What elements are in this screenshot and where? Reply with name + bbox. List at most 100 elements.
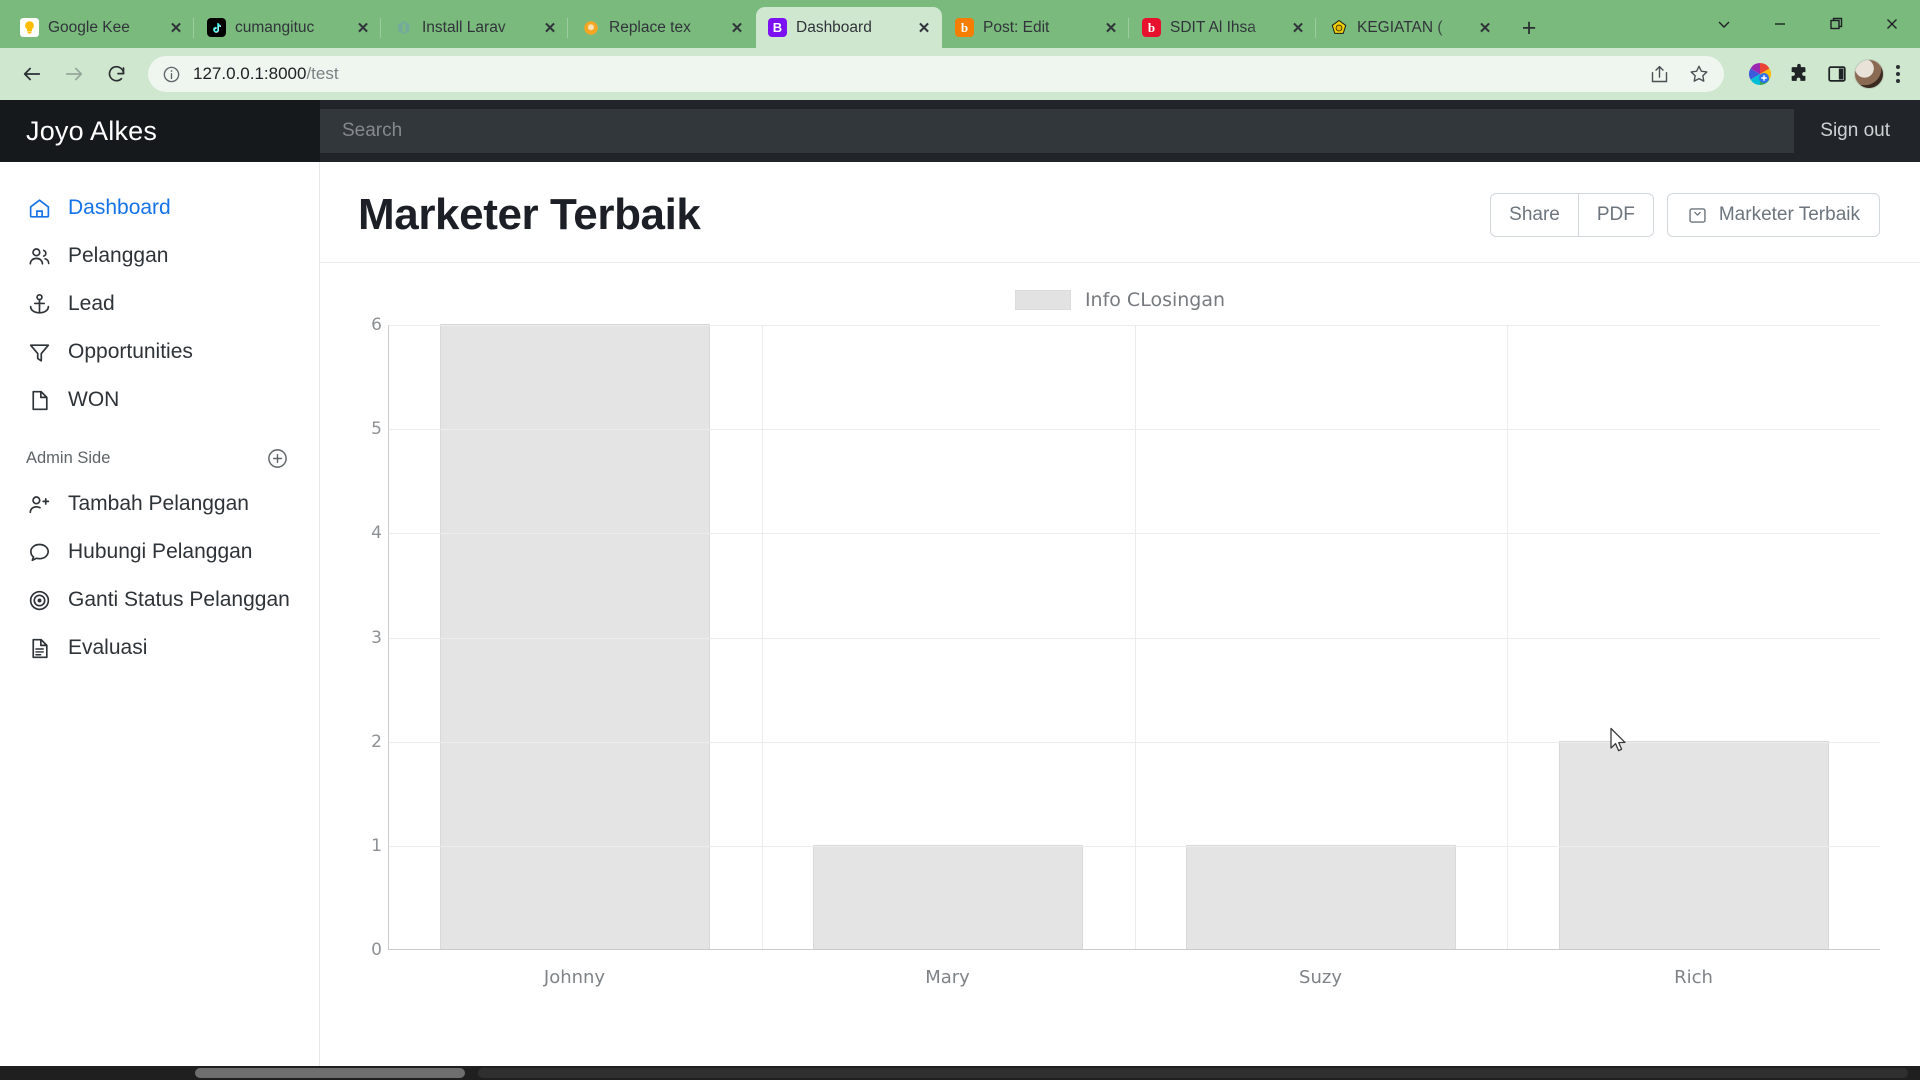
minimize-icon[interactable]	[1752, 4, 1808, 44]
sidebar: Dashboard Pelanggan Lead Opportunities WON A…	[0, 162, 320, 1080]
browser-tab[interactable]: KEGIATAN ( ✕	[1315, 7, 1503, 48]
tab-title: cumangituc	[235, 18, 315, 36]
sidebar-item-opportunities[interactable]: Opportunities	[0, 328, 319, 376]
star-icon[interactable]	[1688, 63, 1710, 85]
sidebar-item-pelanggan[interactable]: Pelanggan	[0, 232, 319, 280]
user-plus-icon	[26, 491, 52, 517]
tab-close-icon[interactable]: ✕	[1475, 18, 1495, 38]
tab-close-icon[interactable]: ✕	[914, 18, 934, 38]
app-brand[interactable]: Joyo Alkes	[0, 100, 320, 162]
browser-tab[interactable]: b SDIT Al Ihsa ✕	[1128, 7, 1316, 48]
sidebar-item-label: Opportunities	[68, 340, 193, 363]
scrollbar-track[interactable]	[478, 1068, 1908, 1078]
puzzle-extension-icon[interactable]	[1788, 63, 1810, 85]
browser-tab[interactable]: Google Kee ✕	[8, 7, 194, 48]
tab-close-icon[interactable]: ✕	[540, 18, 560, 38]
bar[interactable]	[813, 844, 1084, 949]
chevron-down-icon[interactable]	[1696, 4, 1752, 44]
chart: Info CLosingan 0 1 2 3 4 5 6 Johnny Mary Suzy Ric…	[320, 263, 1920, 988]
sidebar-item-hubungi-pelanggan[interactable]: Hubungi Pelanggan	[0, 528, 319, 576]
tab-close-icon[interactable]: ✕	[1101, 18, 1121, 38]
chat-bubble-icon	[26, 539, 52, 565]
blogger-icon: b	[955, 18, 974, 37]
plus-circle-icon[interactable]	[265, 446, 289, 470]
browser-tab[interactable]: Replace tex ✕	[567, 7, 755, 48]
sidebar-item-dashboard[interactable]: Dashboard	[0, 184, 319, 232]
scrollbar-thumb[interactable]	[195, 1068, 465, 1078]
bar[interactable]	[1558, 740, 1829, 949]
app-header: Joyo Alkes Sign out	[0, 100, 1920, 162]
forward-arrow-icon[interactable]	[56, 56, 92, 92]
address-bar[interactable]: 127.0.0.1:8000/test	[148, 56, 1724, 92]
sidebar-item-label: Ganti Status Pelanggan	[68, 588, 290, 611]
sidepanel-icon[interactable]	[1826, 63, 1848, 85]
browser-tab[interactable]: cumangituc ✕	[193, 7, 381, 48]
tab-close-icon[interactable]: ✕	[353, 18, 373, 38]
tab-title: Dashboard	[796, 18, 872, 36]
sidebar-item-label: Dashboard	[68, 196, 171, 219]
tab-title: Post: Edit	[983, 18, 1050, 36]
x-tick-label: Johnny	[543, 967, 606, 988]
browser-tab[interactable]: b Post: Edit ✕	[943, 7, 1129, 48]
chart-legend: Info CLosingan	[360, 289, 1880, 311]
tab-close-icon[interactable]: ✕	[727, 18, 747, 38]
grid-line-vertical	[761, 325, 763, 949]
file-icon	[26, 387, 52, 413]
pdf-button[interactable]: PDF	[1578, 193, 1654, 237]
bar[interactable]	[440, 324, 711, 949]
sidebar-section-header: Admin Side	[0, 424, 319, 480]
anchor-icon	[26, 291, 52, 317]
info-circle-icon[interactable]	[162, 65, 181, 84]
search-input[interactable]	[320, 109, 1795, 153]
browser-tab[interactable]: Install Larav ✕	[380, 7, 568, 48]
tab-strip: Google Kee ✕ cumangituc ✕ Install Larav ✕ Repl…	[0, 0, 1920, 48]
sidebar-item-ganti-status-pelanggan[interactable]: Ganti Status Pelanggan	[0, 576, 319, 624]
legend-label: Info CLosingan	[1084, 289, 1226, 311]
archive-icon	[1687, 205, 1708, 226]
close-icon[interactable]	[1864, 4, 1920, 44]
window-controls	[1696, 0, 1920, 48]
tab-close-icon[interactable]: ✕	[1288, 18, 1308, 38]
tab-title: KEGIATAN (	[1357, 18, 1443, 36]
sidebar-item-tambah-pelanggan[interactable]: Tambah Pelanggan	[0, 480, 319, 528]
page-viewport: Joyo Alkes Sign out Dashboard Pelanggan Le…	[0, 100, 1920, 1080]
document-text-icon	[26, 635, 52, 661]
back-arrow-icon[interactable]	[14, 56, 50, 92]
sidebar-item-won[interactable]: WON	[0, 376, 319, 424]
reload-icon[interactable]	[98, 56, 134, 92]
tiktok-icon	[207, 18, 226, 37]
bar[interactable]	[1185, 844, 1456, 949]
browser-toolbar: 127.0.0.1:8000/test	[0, 48, 1920, 100]
search-area	[320, 100, 1795, 162]
tab-close-icon[interactable]: ✕	[166, 18, 186, 38]
maximize-icon[interactable]	[1808, 4, 1864, 44]
avatar[interactable]	[1854, 59, 1884, 89]
browser-window: Google Kee ✕ cumangituc ✕ Install Larav ✕ Repl…	[0, 0, 1920, 1080]
sidebar-item-lead[interactable]: Lead	[0, 280, 319, 328]
sidebar-item-label: Evaluasi	[68, 636, 148, 659]
page-header: Marketer Terbaik Share PDF Marketer Terb…	[320, 162, 1920, 263]
chart-plot: 0 1 2 3 4 5 6	[360, 315, 1880, 960]
tab-title: Google Kee	[48, 18, 130, 36]
sidebar-item-label: WON	[68, 388, 120, 411]
new-tab-button[interactable]: +	[1512, 11, 1546, 45]
marketer-terbaik-button[interactable]: Marketer Terbaik	[1666, 193, 1880, 237]
y-tick-label: 0	[371, 940, 382, 960]
tab-title: Replace tex	[609, 18, 691, 36]
browser-tab[interactable]: B Dashboard ✕	[756, 7, 942, 48]
legend-swatch	[1014, 290, 1071, 310]
logo-icon	[1329, 18, 1348, 37]
sidebar-item-evaluasi[interactable]: Evaluasi	[0, 624, 319, 672]
sign-out-button[interactable]: Sign out	[1794, 100, 1920, 162]
extension-icons	[1738, 62, 1848, 86]
share-icon[interactable]	[1649, 64, 1670, 85]
marketer-terbaik-button-label: Marketer Terbaik	[1718, 204, 1860, 226]
y-axis: 0 1 2 3 4 5 6	[360, 315, 388, 960]
y-tick-label: 2	[371, 731, 382, 752]
y-tick-label: 4	[371, 523, 382, 544]
sidebar-item-label: Hubungi Pelanggan	[68, 540, 253, 563]
kebab-menu-icon[interactable]	[1890, 65, 1906, 83]
color-wheel-icon[interactable]	[1748, 62, 1772, 86]
share-button[interactable]: Share	[1490, 193, 1579, 237]
share-pdf-button-group: Share PDF	[1490, 193, 1654, 237]
